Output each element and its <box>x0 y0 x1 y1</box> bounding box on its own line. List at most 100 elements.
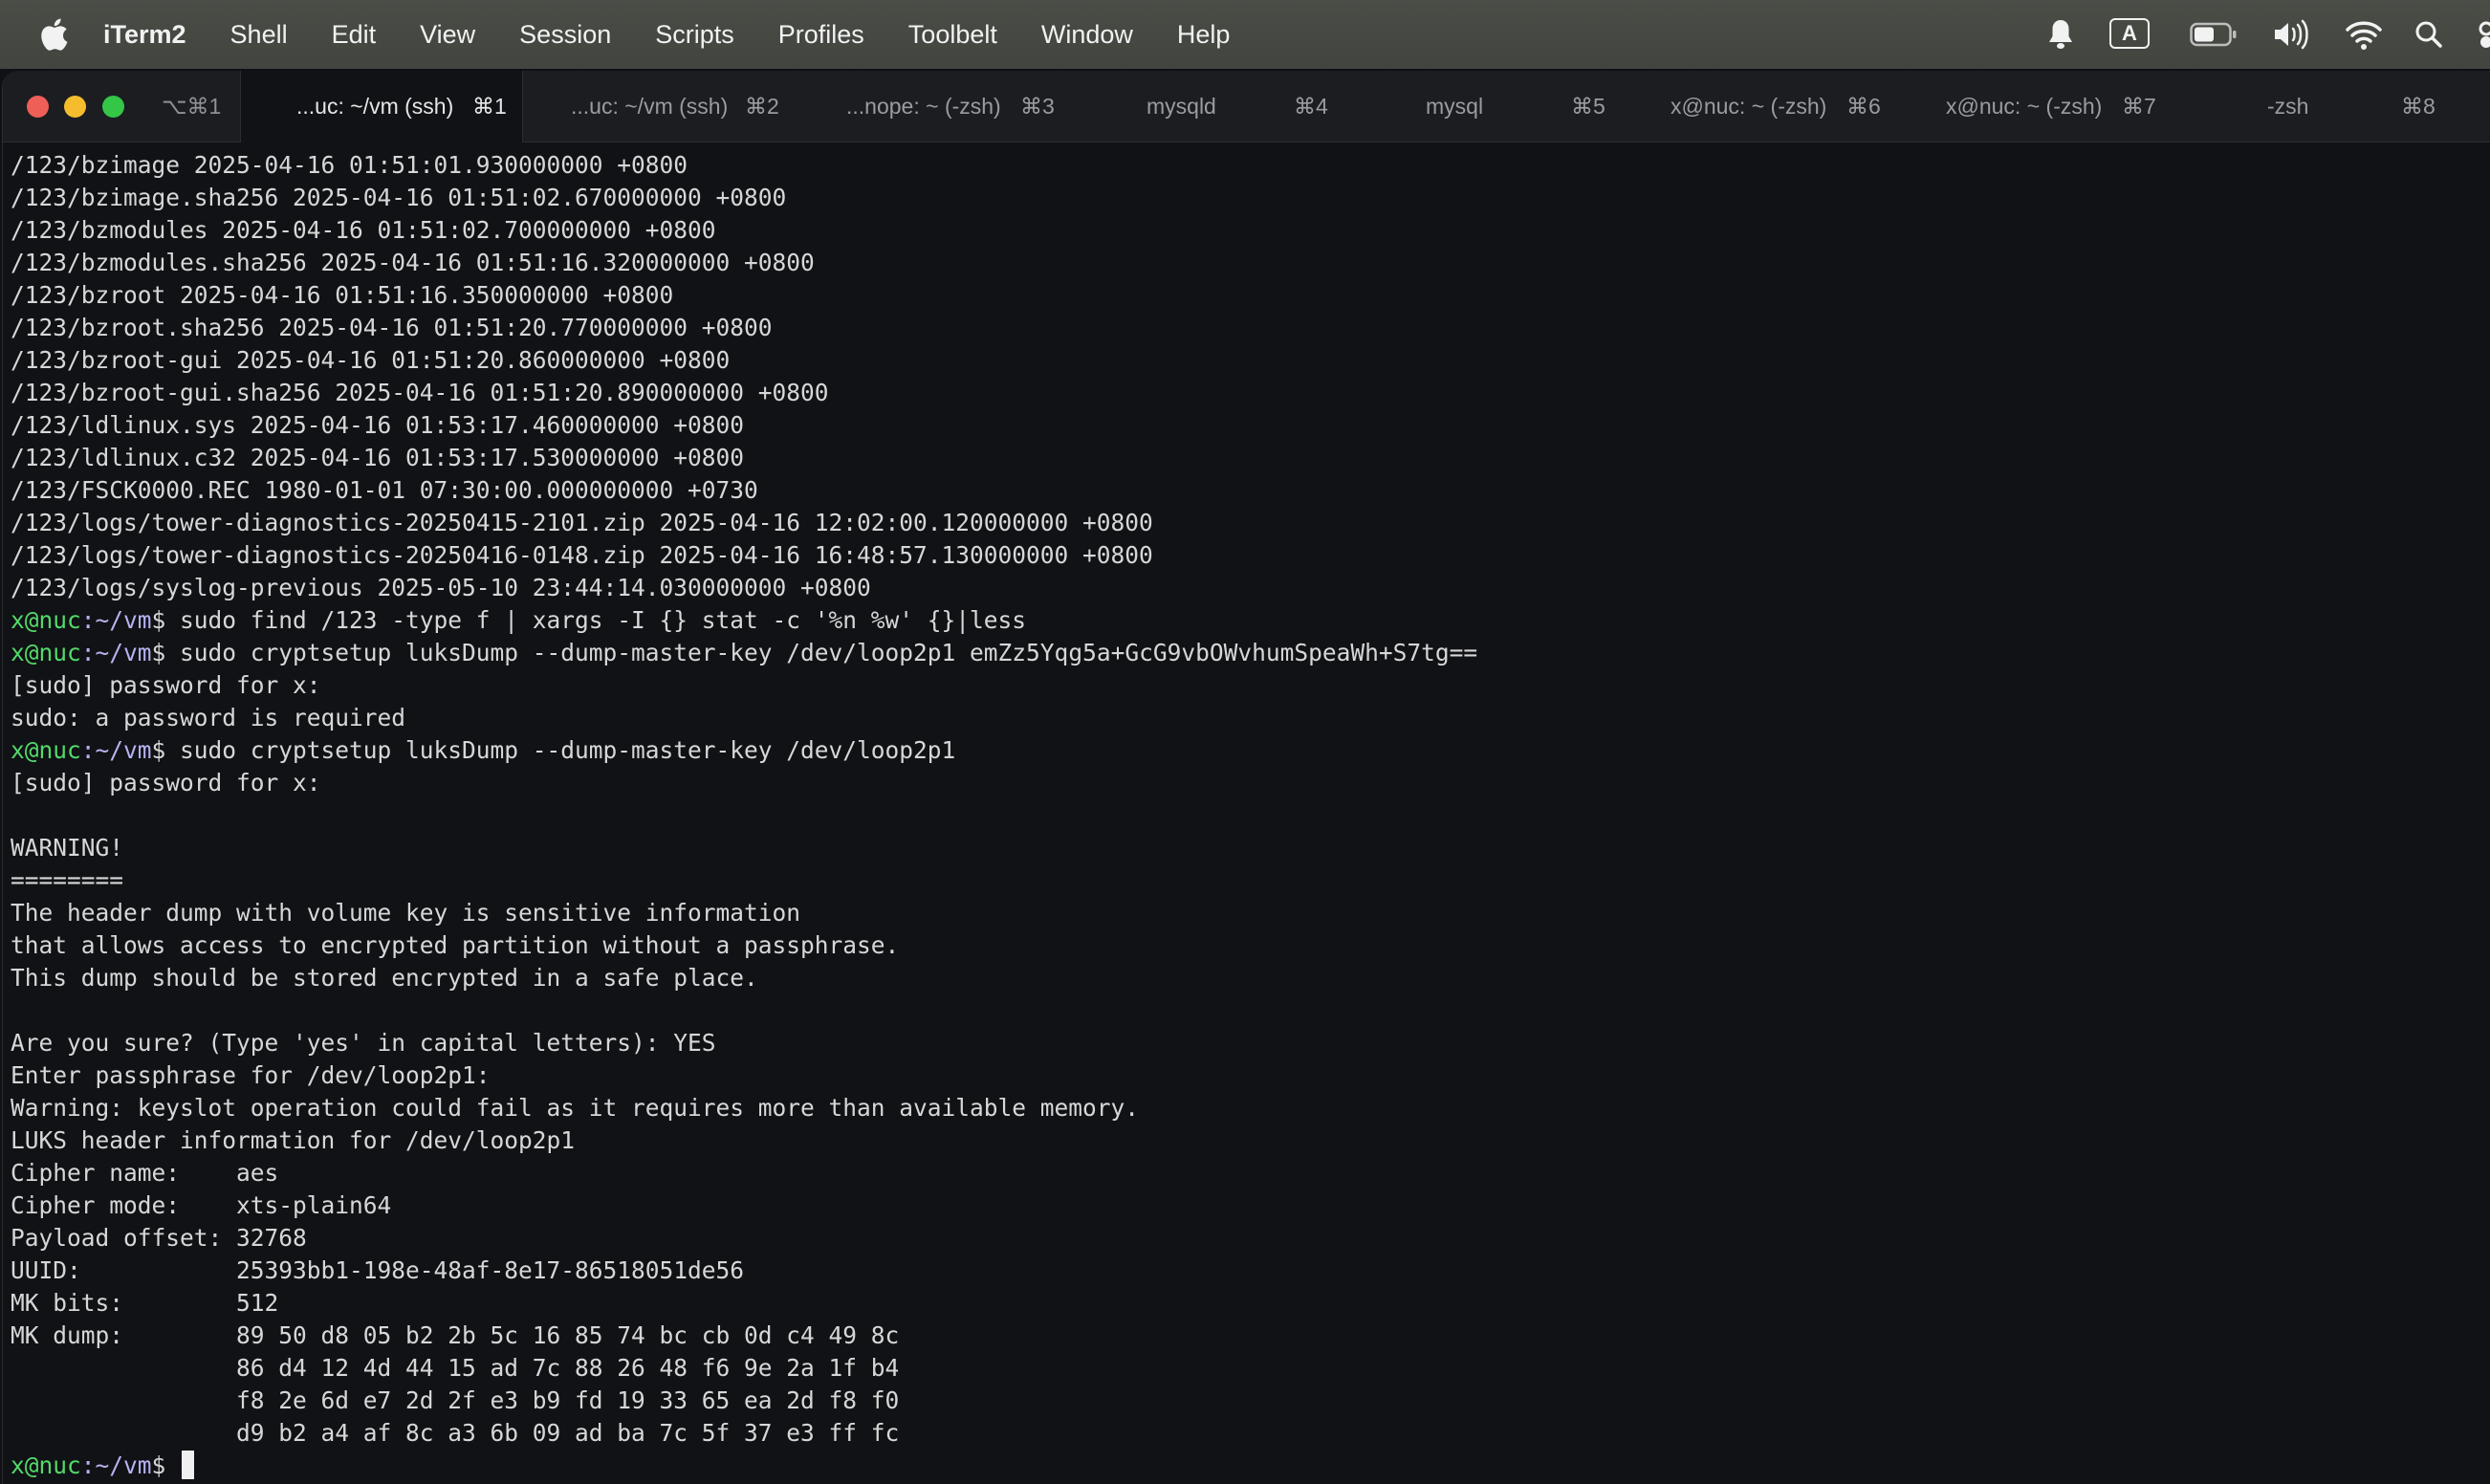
output-line: /123/bzimage.sha256 2025-04-16 01:51:02.… <box>11 182 2478 214</box>
output-text: Enter passphrase for /dev/loop2p1: <box>11 1061 491 1089</box>
output-text: [sudo] password for x: <box>11 671 321 699</box>
prompt-path: :~/vm <box>80 606 152 634</box>
output-line: MK bits: 512 <box>11 1287 2478 1320</box>
output-text: Cipher mode: xts-plain64 <box>11 1191 392 1219</box>
output-text: /123/bzimage 2025-04-16 01:51:01.9300000… <box>11 151 688 179</box>
command-text <box>165 1451 180 1479</box>
output-line: /123/bzmodules 2025-04-16 01:51:02.70000… <box>11 214 2478 247</box>
battery-icon[interactable] <box>2190 21 2238 55</box>
tab-8[interactable]: -zsh ⌘8 <box>2185 71 2490 142</box>
prompt-user: x@nuc <box>11 1451 81 1479</box>
tab-1[interactable]: ...uc: ~/vm (ssh) ⌘1 <box>240 71 523 142</box>
output-line: /123/bzroot-gui 2025-04-16 01:51:20.8600… <box>11 344 2478 377</box>
output-text: sudo: a password is required <box>11 704 406 731</box>
tab-6[interactable]: x@nuc: ~ (-zsh) ⌘6 <box>1630 71 1908 142</box>
close-window-button[interactable] <box>27 96 49 118</box>
output-line: /123/bzroot-gui.sha256 2025-04-16 01:51:… <box>11 377 2478 409</box>
wifi-icon[interactable] <box>2345 17 2383 52</box>
output-text: /123/bzmodules 2025-04-16 01:51:02.70000… <box>11 216 716 244</box>
prompt-user: x@nuc <box>11 736 81 764</box>
tab-shortcut: ⌘3 <box>1020 94 1055 119</box>
prompt-path: :~/vm <box>80 736 152 764</box>
prompt-symbol: $ <box>151 1451 166 1479</box>
volume-icon[interactable] <box>2272 17 2312 52</box>
output-line: WARNING! <box>11 832 2478 864</box>
tab-title: ...uc: ~/vm (ssh) <box>296 94 454 119</box>
output-line: d9 b2 a4 af 8c a3 6b 09 ad ba 7c 5f 37 e… <box>11 1417 2478 1450</box>
output-text: 86 d4 12 4d 44 15 ad 7c 88 26 48 f6 9e 2… <box>11 1354 900 1382</box>
output-text: /123/bzroot 2025-04-16 01:51:16.35000000… <box>11 281 674 309</box>
output-text: /123/ldlinux.sys 2025-04-16 01:53:17.460… <box>11 411 745 439</box>
menu-view[interactable]: View <box>420 20 475 50</box>
tab-3[interactable]: ...nope: ~ (-zsh) ⌘3 <box>800 71 1078 142</box>
menu-shell[interactable]: Shell <box>230 20 288 50</box>
output-text: The header dump with volume key is sensi… <box>11 899 801 927</box>
menu-help[interactable]: Help <box>1177 20 1231 50</box>
tab-4[interactable]: mysqld ⌘4 <box>1078 71 1353 142</box>
prompt-path: :~/vm <box>80 639 152 666</box>
output-text: /123/bzimage.sha256 2025-04-16 01:51:02.… <box>11 184 787 211</box>
output-line: /123/logs/tower-diagnostics-20250416-014… <box>11 539 2478 572</box>
menu-window[interactable]: Window <box>1041 20 1133 50</box>
menu-profiles[interactable]: Profiles <box>778 20 864 50</box>
output-text: /123/logs/syslog-previous 2025-05-10 23:… <box>11 574 871 601</box>
zoom-window-button[interactable] <box>102 96 124 118</box>
prompt-line: x@nuc:~/vm$ sudo find /123 -type f | xar… <box>11 604 2478 637</box>
output-line: MK dump: 89 50 d8 05 b2 2b 5c 16 85 74 b… <box>11 1320 2478 1352</box>
command-text: sudo cryptsetup luksDump --dump-master-k… <box>165 639 1478 666</box>
tab-title: x@nuc: ~ (-zsh) <box>1671 94 1827 119</box>
prompt-line: x@nuc:~/vm$ sudo cryptsetup luksDump --d… <box>11 637 2478 669</box>
minimize-window-button[interactable] <box>64 96 86 118</box>
tab-shortcut: ⌘4 <box>1294 94 1328 119</box>
output-text: Warning: keyslot operation could fail as… <box>11 1094 1140 1122</box>
menu-edit[interactable]: Edit <box>332 20 377 50</box>
output-line: Payload offset: 32768 <box>11 1222 2478 1255</box>
output-line: f8 2e 6d e7 2d 2f e3 b9 fd 19 33 65 ea 2… <box>11 1385 2478 1417</box>
output-line: [sudo] password for x: <box>11 767 2478 799</box>
output-line: Cipher mode: xts-plain64 <box>11 1189 2478 1222</box>
tab-title: mysql <box>1426 94 1484 119</box>
output-text: /123/bzroot.sha256 2025-04-16 01:51:20.7… <box>11 314 773 341</box>
output-line: /123/bzroot.sha256 2025-04-16 01:51:20.7… <box>11 312 2478 344</box>
prompt-line: x@nuc:~/vm$ <box>11 1450 2478 1482</box>
bell-icon[interactable] <box>2046 17 2075 52</box>
output-text: ======== <box>11 866 124 894</box>
tab-2[interactable]: ...uc: ~/vm (ssh) ⌘2 <box>523 71 800 142</box>
prompt-symbol: $ <box>151 606 166 634</box>
output-line: sudo: a password is required <box>11 702 2478 734</box>
terminal-output[interactable]: /123/bzimage 2025-04-16 01:51:01.9300000… <box>11 149 2478 1482</box>
tab-5[interactable]: mysql ⌘5 <box>1353 71 1630 142</box>
menu-toolbelt[interactable]: Toolbelt <box>908 20 997 50</box>
output-line: UUID: 25393bb1-198e-48af-8e17-86518051de… <box>11 1255 2478 1287</box>
menu-session[interactable]: Session <box>519 20 611 50</box>
tab-shortcut: ⌘7 <box>2122 94 2156 119</box>
output-line: /123/logs/tower-diagnostics-20250415-210… <box>11 507 2478 539</box>
output-text: This dump should be stored encrypted in … <box>11 964 758 992</box>
apple-icon[interactable] <box>36 17 69 52</box>
output-text: /123/logs/tower-diagnostics-20250415-210… <box>11 509 1153 536</box>
input-source-icon[interactable]: A <box>2109 18 2150 49</box>
output-line: /123/bzimage 2025-04-16 01:51:01.9300000… <box>11 149 2478 182</box>
tab-bar: ⌥⌘1 ...uc: ~/vm (ssh) ⌘1 ...uc: ~/vm (ss… <box>3 71 2490 142</box>
output-text: /123/bzroot-gui 2025-04-16 01:51:20.8600… <box>11 346 731 374</box>
tab-title: mysqld <box>1147 94 1216 119</box>
output-line: that allows access to encrypted partitio… <box>11 929 2478 962</box>
output-line: /123/bzmodules.sha256 2025-04-16 01:51:1… <box>11 247 2478 279</box>
menu-app-name[interactable]: iTerm2 <box>103 20 186 50</box>
output-text: /123/bzroot-gui.sha256 2025-04-16 01:51:… <box>11 379 829 406</box>
output-line: /123/ldlinux.sys 2025-04-16 01:53:17.460… <box>11 409 2478 442</box>
control-center-icon[interactable] <box>2473 17 2490 52</box>
tab-7[interactable]: x@nuc: ~ (-zsh) ⌘7 <box>1908 71 2185 142</box>
output-line: Cipher name: aes <box>11 1157 2478 1189</box>
output-line: ======== <box>11 864 2478 897</box>
tab-shortcut: ⌘8 <box>2401 94 2435 119</box>
output-line: Enter passphrase for /dev/loop2p1: <box>11 1059 2478 1092</box>
menu-scripts[interactable]: Scripts <box>655 20 734 50</box>
tab-title: ...nope: ~ (-zsh) <box>846 94 1001 119</box>
prompt-user: x@nuc <box>11 639 81 666</box>
tab-title: ...uc: ~/vm (ssh) <box>571 94 729 119</box>
search-icon[interactable] <box>2414 17 2444 52</box>
tab-shortcut: ⌘5 <box>1571 94 1605 119</box>
command-text: sudo cryptsetup luksDump --dump-master-k… <box>165 736 956 764</box>
output-text: Cipher name: aes <box>11 1159 279 1187</box>
